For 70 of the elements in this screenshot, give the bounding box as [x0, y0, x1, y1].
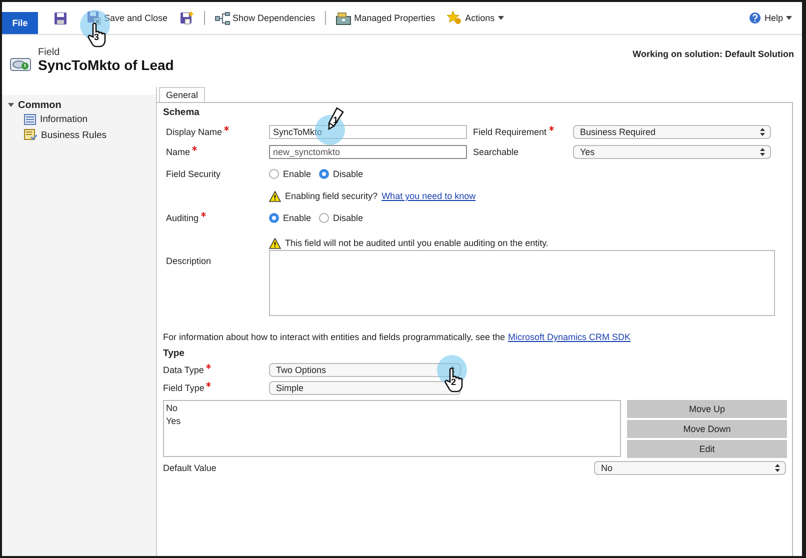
info-text: For information about how to interact with entities and fields programmatically, see the [163, 332, 505, 342]
select-arrows-icon [450, 366, 455, 374]
step-number: 3 [94, 32, 100, 42]
warning-icon [269, 190, 281, 202]
form-icon [24, 114, 36, 124]
solution-label: Working on solution: Default Solution [632, 49, 794, 59]
radio-option[interactable]: Disable [319, 169, 364, 179]
nav-item[interactable]: Business Rules [2, 127, 112, 143]
field-label: Name [166, 147, 190, 157]
required-icon [206, 382, 212, 387]
save-and-close-button[interactable]: Save and Close [85, 11, 170, 25]
dropdown-select[interactable]: Business Required [573, 125, 771, 139]
nav-item[interactable]: Information [2, 111, 94, 127]
actions-menu[interactable]: Actions [445, 11, 506, 25]
field-icon [10, 55, 32, 73]
radio-option[interactable]: Enable [269, 213, 312, 223]
field-label: Default Value [163, 463, 216, 473]
file-tab[interactable]: File [2, 12, 38, 34]
action-button[interactable]: Move Up [627, 400, 787, 418]
field-label: Auditing [166, 213, 199, 223]
required-icon [548, 126, 554, 131]
default-value-select[interactable]: No [594, 461, 786, 475]
required-icon [224, 126, 230, 131]
record-title: SyncToMkto of Lead [38, 58, 174, 73]
expand-arrow-icon[interactable] [8, 103, 14, 107]
required-icon [206, 364, 211, 369]
options-listbox[interactable]: No Yes [163, 400, 621, 457]
rules-icon [24, 129, 37, 141]
entity-type-label: Field [38, 47, 61, 58]
help-link[interactable]: What you need to know [382, 191, 476, 201]
field-label: Data Type [163, 365, 204, 375]
help-icon[interactable] [749, 12, 762, 24]
field-label: Field Type [163, 383, 204, 393]
required-icon [192, 146, 198, 151]
field-label: Display Name [166, 127, 222, 137]
toolbox-icon [336, 12, 352, 24]
field-label: Searchable [473, 147, 519, 157]
tab[interactable]: General [159, 87, 206, 102]
data-type-select[interactable]: Two Options [269, 363, 461, 377]
text-input[interactable]: new_synctomkto [269, 145, 467, 159]
select-arrows-icon [760, 148, 765, 156]
select-arrows-icon [775, 464, 780, 472]
sparkle-icon [447, 11, 462, 25]
managed-properties-button[interactable]: Managed Properties [334, 12, 438, 24]
save-new-icon[interactable] [180, 11, 194, 25]
option-item[interactable]: Yes [166, 416, 618, 429]
section-heading: Schema [163, 107, 200, 119]
dropdown-select[interactable]: Yes [573, 145, 771, 159]
field-label: Field Requirement [473, 127, 547, 137]
save-close-icon [87, 11, 101, 25]
warning-text: Enabling field security? [285, 191, 378, 201]
select-arrows-icon [760, 128, 765, 136]
warning-icon [269, 238, 281, 248]
action-button[interactable]: Edit [627, 440, 787, 458]
radio-option[interactable]: Enable [269, 169, 312, 179]
save-icon[interactable] [54, 12, 67, 24]
radio-option[interactable]: Disable [319, 213, 364, 223]
action-button[interactable]: Move Down [627, 420, 787, 438]
help-menu[interactable]: Help [747, 12, 794, 24]
text-input[interactable]: SyncToMkto [269, 125, 467, 139]
section-heading: Type [163, 348, 186, 360]
required-icon [200, 212, 206, 217]
sdk-link[interactable]: Microsoft Dynamics CRM SDK [508, 332, 631, 342]
nav-group-label: Common [18, 100, 62, 110]
option-item[interactable]: No [166, 403, 618, 416]
show-dependencies-button[interactable]: Show Dependencies [212, 12, 318, 24]
field-label: Field Security [166, 169, 221, 179]
field-label: Description [166, 256, 212, 266]
warning-text: This field will not be audited until you enable auditing on the entity. [285, 238, 549, 248]
diagram-icon [214, 12, 230, 24]
